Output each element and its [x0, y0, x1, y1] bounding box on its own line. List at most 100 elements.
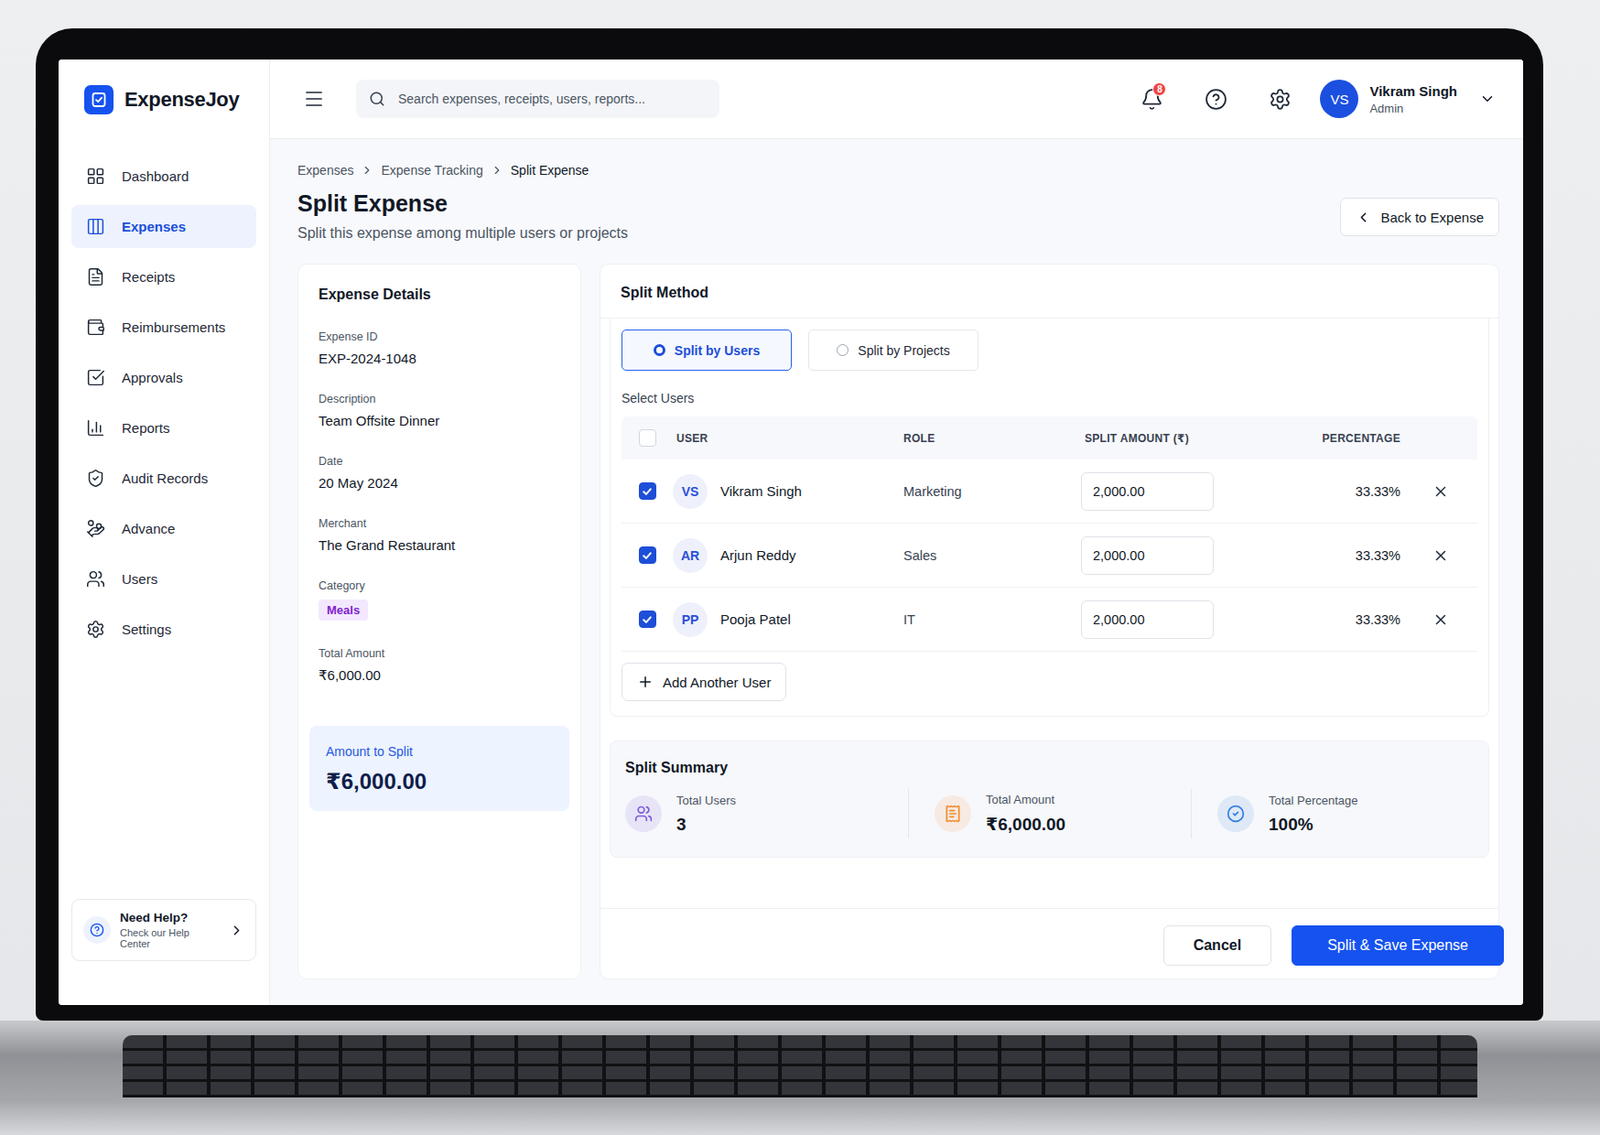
receipt-icon: [943, 804, 963, 823]
summary-title: Split Summary: [625, 759, 1474, 777]
card-title: Expense Details: [309, 286, 570, 303]
sidebar-item-label: Settings: [121, 621, 172, 638]
stat-texts: Total Users3: [676, 793, 736, 835]
sidebar-item[interactable]: Reports: [71, 406, 257, 450]
user-cell: PPPooja Patel: [672, 602, 900, 638]
column-header: PERCENTAGE: [1266, 432, 1405, 445]
top-bar-icons: 8: [1133, 80, 1298, 118]
split-users-section: Split by UsersSplit by ProjectsSelect Us…: [609, 318, 1490, 717]
split-amount-input[interactable]: [1081, 472, 1214, 511]
field-value: EXP-2024-1048: [318, 350, 417, 367]
help-texts: Need Help? Check our Help Center: [119, 910, 220, 950]
split-option-label: Split by Projects: [857, 343, 950, 358]
sidebar-item[interactable]: Users: [71, 557, 257, 601]
sidebar-item-label: Dashboard: [121, 168, 189, 184]
cancel-button[interactable]: Cancel: [1163, 925, 1272, 966]
check-square-icon: [86, 367, 106, 388]
percentage-cell: 33.33%: [1266, 612, 1405, 628]
help-subtitle: Check our Help Center: [119, 927, 220, 950]
split-method-card: Split Method Split by Users Split by Proje…: [599, 263, 1500, 980]
card-title: Split Method: [620, 284, 1488, 302]
percentage-cell: 33.33%: [1266, 484, 1405, 499]
field-label: Description: [318, 392, 377, 406]
page-title: Split Expense: [297, 190, 628, 217]
notification-badge: 8: [1152, 82, 1167, 97]
radio: [653, 344, 666, 357]
sidebar-item-label: Reports: [121, 420, 171, 436]
remove-button[interactable]: [1427, 541, 1455, 570]
help-button[interactable]: [1197, 80, 1234, 118]
card-footer: CancelSplit & Save Expense: [600, 908, 1499, 979]
stat-badge: [1217, 795, 1255, 833]
sidebar-item-label: Receipts: [121, 269, 175, 285]
profile-menu[interactable]: VSVikram SinghAdmin: [1319, 79, 1496, 119]
page-subtitle: Split this expense among multiple users …: [297, 225, 628, 242]
split-option[interactable]: Split by Users: [621, 329, 792, 371]
document-icon: [86, 267, 106, 287]
role-cell: Sales: [899, 548, 1082, 563]
row-checkbox[interactable]: [638, 610, 657, 628]
summary-stat: Total Percentage100%: [1190, 789, 1474, 839]
percentage-cell: 33.33%: [1266, 548, 1405, 563]
sidebar-item[interactable]: Reimbursements: [71, 305, 257, 349]
columns-icon: [86, 216, 106, 237]
row-checkbox[interactable]: [638, 546, 657, 564]
sidebar-item[interactable]: Receipts: [71, 255, 257, 299]
search-box: [356, 79, 720, 119]
breadcrumb[interactable]: Expense Tracking: [380, 162, 483, 178]
amount-label: Amount to Split: [325, 744, 553, 759]
sidebar-item[interactable]: Expenses: [71, 205, 257, 249]
split-amount-input[interactable]: [1081, 536, 1214, 575]
back-button[interactable]: Back to Expense: [1340, 197, 1500, 237]
sidebar-item[interactable]: Audit Records: [71, 456, 257, 500]
summary-stat: Total Amount₹6,000.00: [908, 789, 1191, 839]
sidebar-item-label: Approvals: [121, 369, 184, 386]
help-title: Need Help?: [119, 910, 220, 925]
bar-chart-icon: [86, 418, 106, 438]
row-checkbox[interactable]: [638, 482, 657, 500]
select-all-checkbox[interactable]: [638, 429, 657, 447]
expense-details-card: Expense DetailsExpense IDEXP-2024-1048De…: [297, 263, 582, 980]
split-amount-input[interactable]: [1081, 600, 1214, 639]
sidebar-item-label: Advance: [121, 520, 175, 537]
sidebar-item[interactable]: Approvals: [71, 356, 257, 400]
search-input[interactable]: [396, 90, 707, 108]
save-button[interactable]: Split & Save Expense: [1291, 925, 1504, 966]
logo[interactable]: ExpenseJoy: [58, 59, 270, 140]
row-avatar: VS: [672, 474, 708, 509]
field-label: Category: [318, 579, 366, 593]
summary-stat: Total Users3: [625, 789, 909, 839]
content: ExpensesExpense TrackingSplit ExpenseSpl…: [270, 139, 1524, 1006]
detail-field: Total Amount₹6,000.00: [318, 647, 561, 684]
table-header: USERROLESPLIT AMOUNT (₹)PERCENTAGE: [621, 416, 1478, 460]
table-row: VSVikram SinghMarketing33.33%: [621, 459, 1478, 524]
row-check-cell: [621, 546, 673, 564]
table-row: PPPooja PatelIT33.33%: [621, 587, 1478, 652]
user-role: Admin: [1369, 101, 1458, 116]
help-card[interactable]: Need Help? Check our Help Center: [71, 898, 257, 962]
gear-icon: [1268, 87, 1292, 111]
title-row: Split Expense Split this expense among mu…: [297, 190, 1500, 242]
settings-button[interactable]: [1261, 80, 1298, 118]
chevron-left-icon: [1355, 209, 1372, 226]
menu-button[interactable]: [295, 80, 333, 118]
remove-button[interactable]: [1427, 477, 1455, 506]
sidebar-item[interactable]: Advance: [71, 507, 257, 551]
summary-stats: Total Users3 Total Amount₹6,000.00Total P…: [625, 789, 1474, 839]
plus-icon: [637, 673, 654, 691]
field-label: Merchant: [318, 517, 367, 530]
help-icon: [1204, 87, 1228, 111]
remove-button[interactable]: [1427, 605, 1455, 634]
amount-cell: [1081, 472, 1267, 511]
sidebar-item[interactable]: Settings: [71, 607, 257, 651]
breadcrumb[interactable]: Expenses: [297, 162, 354, 178]
add-user-button[interactable]: Add Another User: [621, 662, 787, 702]
sidebar-spacer: [58, 650, 270, 899]
row-user-name: Vikram Singh: [720, 483, 802, 499]
stat-badge: [625, 795, 662, 833]
category-tag: Meals: [318, 599, 368, 621]
sidebar-item[interactable]: Dashboard: [71, 154, 257, 198]
split-option[interactable]: Split by Projects: [808, 329, 979, 371]
menu-icon: [302, 87, 325, 110]
notifications-button[interactable]: 8: [1133, 80, 1170, 118]
